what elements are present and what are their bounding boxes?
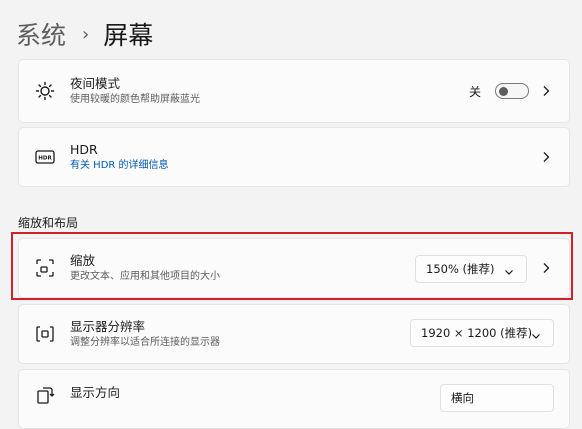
- hdr-card[interactable]: HDR HDR 有关 HDR 的详细信息: [18, 127, 570, 187]
- orientation-dropdown[interactable]: 横向: [440, 384, 554, 412]
- hdr-title: HDR: [70, 141, 98, 157]
- breadcrumb-separator: ›: [82, 23, 90, 45]
- resolution-icon: [34, 323, 56, 345]
- page-title: 屏幕: [103, 21, 154, 50]
- resolution-dropdown-value: 1920 × 1200 (推荐): [421, 326, 533, 340]
- svg-text:HDR: HDR: [38, 156, 52, 162]
- resolution-desc: 调整分辨率以适合所连接的显示器: [70, 336, 220, 348]
- orientation-dropdown-value: 横向: [451, 391, 474, 405]
- resolution-card[interactable]: 显示器分辨率 调整分辨率以适合所连接的显示器 1920 × 1200 (推荐): [18, 304, 570, 364]
- orientation-title: 显示方向: [70, 385, 121, 400]
- sun-icon: [34, 80, 56, 102]
- hdr-info-link[interactable]: 有关 HDR 的详细信息: [70, 159, 169, 173]
- orientation-texts: 显示方向: [70, 385, 120, 401]
- orientation-card[interactable]: 显示方向 横向: [18, 369, 570, 429]
- breadcrumb-parent-link[interactable]: 系统: [16, 16, 66, 52]
- chevron-right-icon[interactable]: [541, 84, 551, 98]
- night-light-toggle-group: 关: [469, 83, 529, 100]
- night-light-card[interactable]: 夜间模式 使用较暖的颜色帮助屏蔽蓝光 关: [18, 59, 570, 123]
- highlight-box: [11, 232, 573, 300]
- chevron-down-icon: [531, 329, 541, 343]
- breadcrumb: 系统 › 屏幕: [16, 14, 153, 54]
- night-light-texts: 夜间模式 使用较暖的颜色帮助屏蔽蓝光: [70, 76, 200, 107]
- chevron-right-icon[interactable]: [541, 150, 551, 164]
- night-light-desc: 使用较暖的颜色帮助屏蔽蓝光: [70, 93, 200, 105]
- toggle-state-label: 关: [468, 84, 481, 99]
- night-light-title: 夜间模式: [70, 75, 121, 91]
- resolution-dropdown[interactable]: 1920 × 1200 (推荐): [410, 319, 554, 347]
- orientation-icon: [34, 384, 56, 406]
- toggle-knob: [499, 87, 508, 96]
- resolution-texts: 显示器分辨率 调整分辨率以适合所连接的显示器: [70, 319, 220, 350]
- night-light-toggle[interactable]: [495, 83, 529, 99]
- section-heading-scale-layout: 缩放和布局: [18, 216, 79, 230]
- hdr-icon: HDR: [34, 146, 56, 168]
- hdr-texts: HDR 有关 HDR 的详细信息: [70, 142, 169, 173]
- resolution-title: 显示器分辨率: [70, 318, 146, 334]
